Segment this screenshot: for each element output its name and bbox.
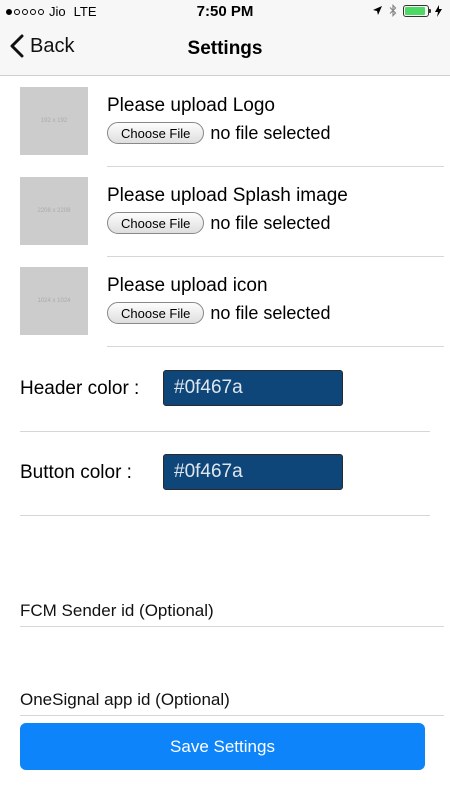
upload-splash-row: 2208 x 2208 Please upload Splash image C…: [20, 167, 444, 257]
icon-thumbnail-label: 1024 x 1024: [37, 298, 71, 304]
status-right: [372, 4, 442, 17]
choose-splash-file-button[interactable]: Choose File: [107, 212, 205, 234]
splash-file-status: no file selected: [210, 212, 331, 233]
header-color-row: Header color : #0f467a: [20, 348, 430, 432]
divider: [20, 515, 430, 516]
splash-thumbnail: 2208 x 2208: [20, 177, 88, 245]
upload-splash-title: Please upload Splash image: [107, 185, 348, 206]
onesignal-app-id-field: [20, 676, 444, 716]
upload-logo-title: Please upload Logo: [107, 95, 275, 116]
onesignal-app-id-input[interactable]: [20, 676, 444, 716]
choose-logo-file-button[interactable]: Choose File: [107, 122, 205, 144]
divider: [20, 715, 444, 716]
logo-file-picker: Choose File no file selected: [107, 122, 330, 144]
upload-icon-title: Please upload icon: [107, 275, 268, 296]
navigation-bar: Back Settings: [0, 24, 450, 76]
choose-icon-file-button[interactable]: Choose File: [107, 302, 205, 324]
divider: [107, 346, 444, 347]
header-color-label: Header color :: [20, 378, 140, 399]
button-color-row: Button color : #0f467a: [20, 432, 430, 516]
fcm-sender-id-input[interactable]: [20, 587, 444, 627]
status-bar: Jio LTE 7:50 PM: [0, 0, 450, 24]
logo-thumbnail: 192 x 192: [20, 87, 88, 155]
upload-icon-row: 1024 x 1024 Please upload icon Choose Fi…: [20, 257, 444, 347]
header-color-picker[interactable]: #0f467a: [163, 370, 343, 406]
splash-file-picker: Choose File no file selected: [107, 212, 330, 234]
logo-thumbnail-label: 192 x 192: [40, 118, 68, 124]
charging-bolt-icon: [435, 4, 442, 17]
bluetooth-icon: [389, 4, 397, 17]
divider: [20, 626, 444, 627]
splash-thumbnail-label: 2208 x 2208: [37, 208, 71, 214]
fcm-sender-id-field: [20, 587, 444, 627]
battery-icon: [403, 4, 431, 17]
location-arrow-icon: [373, 6, 382, 15]
icon-file-status: no file selected: [210, 302, 331, 323]
icon-file-picker: Choose File no file selected: [107, 302, 330, 324]
upload-logo-row: 192 x 192 Please upload Logo Choose File…: [20, 77, 444, 167]
page-title: Settings: [187, 38, 263, 59]
icon-thumbnail: 1024 x 1024: [20, 267, 88, 335]
button-color-label: Button color :: [20, 462, 132, 483]
button-color-picker[interactable]: #0f467a: [163, 454, 343, 490]
save-settings-button[interactable]: Save Settings: [20, 723, 425, 770]
logo-file-status: no file selected: [210, 122, 331, 143]
